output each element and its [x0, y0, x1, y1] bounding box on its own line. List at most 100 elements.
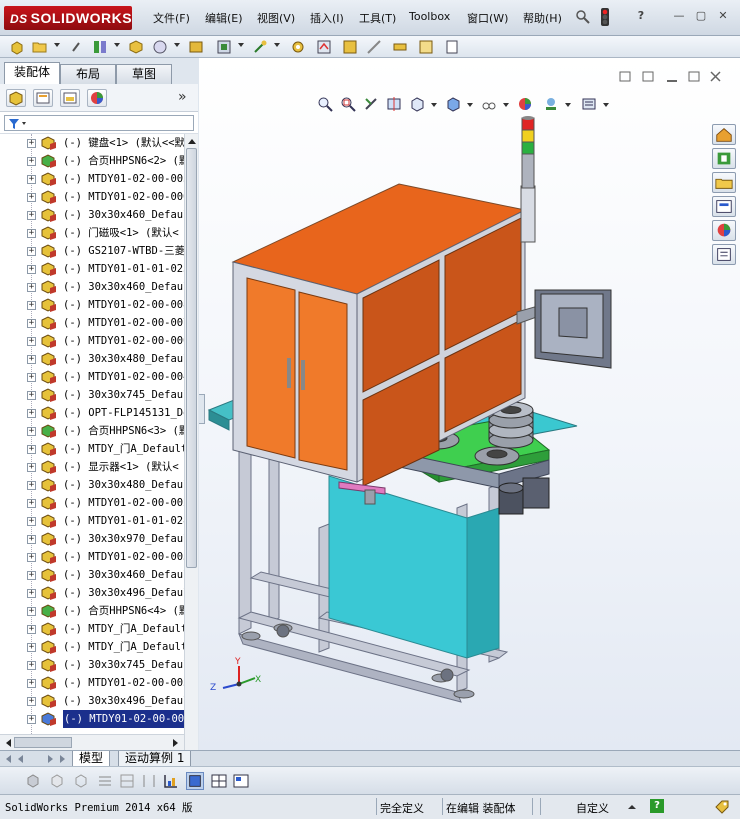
home-icon[interactable] [712, 124, 736, 145]
tree-item[interactable]: + (-) GS2107-WTBD-三菱 [0, 242, 184, 260]
tree-item[interactable]: + (-) MTDY01-02-00-002 [0, 494, 184, 512]
expand-toggle-icon[interactable]: + [27, 517, 36, 526]
tree-item[interactable]: + (-) 30x30x480_Defaul [0, 350, 184, 368]
pin-icon[interactable] [575, 9, 591, 25]
expand-toggle-icon[interactable]: + [27, 481, 36, 490]
tree-item[interactable]: + (-) 键盘<1> (默认<<默 [0, 134, 184, 152]
tree-item[interactable]: + (-) 30x30x745_Defaul [0, 386, 184, 404]
tree-item[interactable]: + (-) MTDY_门A_Default [0, 440, 184, 458]
graphics-viewport[interactable]: Y X Z [199, 58, 740, 750]
single-view-icon[interactable] [186, 772, 204, 790]
expand-toggle-icon[interactable]: + [27, 715, 36, 724]
ruler-icon[interactable] [392, 39, 408, 55]
expand-toggle-icon[interactable]: + [27, 337, 36, 346]
list-lines-icon[interactable] [96, 772, 114, 790]
expand-toggle-icon[interactable]: + [27, 391, 36, 400]
tree-item[interactable]: + (-) MTDY_门A_Default [0, 620, 184, 638]
tree-item[interactable]: + (-) 30x30x460_Defaul [0, 278, 184, 296]
scroll-thumb[interactable] [186, 148, 197, 568]
expand-toggle-icon[interactable]: + [27, 679, 36, 688]
tree-item[interactable]: + (-) MTDY01-01-01-028 [0, 512, 184, 530]
solidworks-logo[interactable]: DS SOLIDWORKS [4, 6, 132, 30]
chevron-down-icon[interactable] [274, 43, 280, 47]
tree-item[interactable]: + (-) 30x30x480_Defaul [0, 476, 184, 494]
open-folder-icon[interactable] [32, 39, 48, 55]
panel-splitter-handle[interactable] [199, 394, 205, 424]
help-badge-icon[interactable]: ? [650, 799, 664, 813]
chevron-down-icon[interactable] [238, 43, 244, 47]
tree-item[interactable]: + (-) 合页HHPSN6<4> (默 [0, 602, 184, 620]
rebuild-icon[interactable] [316, 39, 332, 55]
expand-toggle-icon[interactable]: + [27, 175, 36, 184]
tag-icon[interactable] [714, 799, 730, 815]
options-gear-icon[interactable] [290, 39, 306, 55]
two-view-icon[interactable] [210, 772, 228, 790]
expand-toggle-icon[interactable]: + [27, 589, 36, 598]
minimize-icon[interactable]: — [672, 9, 686, 23]
expand-toggle-icon[interactable]: + [27, 157, 36, 166]
smart-fastener-icon[interactable] [216, 39, 232, 55]
menu-edit[interactable]: 编辑(E) [205, 10, 243, 26]
expand-toggle-icon[interactable]: + [27, 355, 36, 364]
tree-item[interactable]: + (-) 30x30x496_Defaul [0, 584, 184, 602]
tree-item[interactable]: + (-) 30x30x745_Defaul [0, 656, 184, 674]
tree-item[interactable]: + (-) 合页HHPSN6<3> (默 [0, 422, 184, 440]
hscroll-thumb[interactable] [14, 737, 72, 748]
tree-item[interactable]: + (-) MTDY01-02-00-005 [0, 170, 184, 188]
tree-item[interactable]: + (-) 30x30x970_Defaul [0, 530, 184, 548]
tab-model[interactable]: 模型 [72, 751, 111, 767]
tree-item[interactable]: + (-) MTDY01-02-00-003 [0, 548, 184, 566]
filter-funnel-icon[interactable] [8, 118, 28, 130]
tree-item[interactable]: + (-) 显示器<1> (默认< [0, 458, 184, 476]
expand-toggle-icon[interactable]: + [27, 553, 36, 562]
four-view-icon[interactable] [232, 772, 250, 790]
tree-vertical-scrollbar[interactable] [184, 134, 198, 790]
menu-toolbox[interactable]: Toolbox [409, 10, 450, 23]
display-manager-tab[interactable] [87, 89, 107, 107]
expand-toggle-icon[interactable]: + [27, 643, 36, 652]
explode-view-icon[interactable] [252, 39, 268, 55]
tree-item[interactable]: + (-) OPT-FLP145131_De [0, 404, 184, 422]
expand-toggle-icon[interactable]: + [27, 499, 36, 508]
expand-toggle-icon[interactable]: + [27, 229, 36, 238]
menu-tools[interactable]: 工具(T) [359, 10, 396, 26]
menu-window[interactable]: 窗口(W) [467, 10, 508, 26]
status-units[interactable]: 自定义 [576, 800, 609, 816]
hidden-lines-icon[interactable] [48, 772, 66, 790]
tab-motion-study-1[interactable]: 运动算例 1 [118, 751, 192, 767]
expand-toggle-icon[interactable]: + [27, 661, 36, 670]
expand-toggle-icon[interactable]: + [27, 535, 36, 544]
collapse-panel-icon[interactable]: » [178, 89, 187, 105]
restore-icon[interactable]: ▢ [694, 9, 708, 23]
tree-item[interactable]: + (-) MTDY01-02-00-006 [0, 188, 184, 206]
traffic-light-icon[interactable] [600, 7, 610, 27]
tree-item[interactable]: + (-) MTDY_门A_Default [0, 638, 184, 656]
expand-toggle-icon[interactable]: + [27, 193, 36, 202]
chevron-down-icon[interactable] [174, 43, 180, 47]
tree-item[interactable]: + (-) MTDY01-02-00-008 [0, 296, 184, 314]
custom-properties-icon[interactable] [712, 244, 736, 265]
expand-toggle-icon[interactable]: + [27, 463, 36, 472]
expand-toggle-icon[interactable]: + [27, 409, 36, 418]
tree-item[interactable]: + (-) 30x30x460_Defaul [0, 566, 184, 584]
align-icon[interactable] [140, 772, 158, 790]
tree-item[interactable]: + (-) 合页HHPSN6<2> (默 [0, 152, 184, 170]
tab-assembly[interactable]: 装配体 [4, 62, 60, 84]
bom-icon[interactable] [418, 39, 434, 55]
expand-toggle-icon[interactable]: + [27, 445, 36, 454]
scroll-left-icon[interactable] [3, 738, 13, 748]
component-icon[interactable] [128, 39, 144, 55]
menu-view[interactable]: 视图(V) [257, 10, 295, 26]
tab-scroll-arrows[interactable] [4, 754, 68, 764]
tree-item[interactable]: + (-) MTDY01-02-00-009 [0, 710, 184, 728]
shaded-icon[interactable] [24, 772, 42, 790]
view-orient-icon[interactable] [152, 39, 168, 55]
axis-chart-icon[interactable] [162, 772, 180, 790]
assembly-3d-model[interactable]: Y X Z [199, 58, 740, 750]
filter-input[interactable] [4, 115, 194, 131]
grid-icon[interactable] [118, 772, 136, 790]
scroll-right-icon[interactable] [171, 738, 181, 748]
tree-item[interactable]: + (-) MTDY01-02-00-007 [0, 314, 184, 332]
tab-layout[interactable]: 布局 [60, 64, 116, 84]
units-up-arrow-icon[interactable] [628, 804, 636, 810]
